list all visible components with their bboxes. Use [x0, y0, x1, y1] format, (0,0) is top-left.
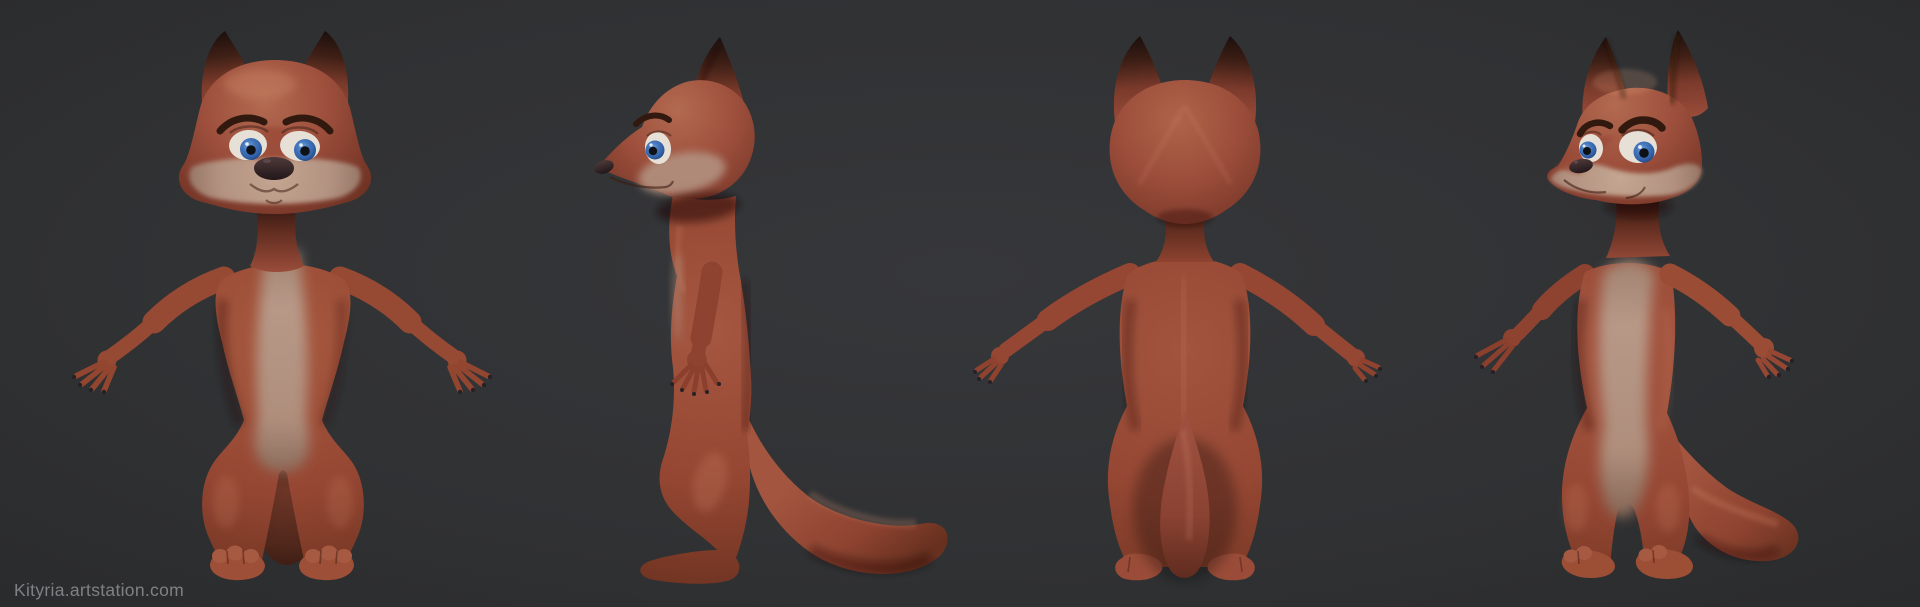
front-nose — [254, 157, 294, 180]
fox-view-back — [973, 36, 1382, 582]
quarter-head-highlight — [1593, 69, 1657, 95]
front-neck — [250, 204, 304, 272]
quarter-far-arm — [1474, 264, 1595, 374]
back-head — [1109, 80, 1261, 227]
watermark-text: Kityria.artstation.com — [14, 580, 184, 600]
fox-view-three-quarter — [1474, 30, 1799, 579]
fox-view-front — [71, 31, 493, 581]
front-chest-belly-cream — [254, 248, 310, 472]
quarter-tail — [1672, 434, 1799, 562]
quarter-chest-cream — [1598, 260, 1654, 518]
render-canvas: Kityria.artstation.com — [0, 0, 1920, 607]
fox-view-side — [594, 37, 948, 584]
side-tail — [743, 408, 948, 575]
quarter-near-arm — [1659, 263, 1795, 380]
front-head-highlight — [224, 69, 296, 99]
